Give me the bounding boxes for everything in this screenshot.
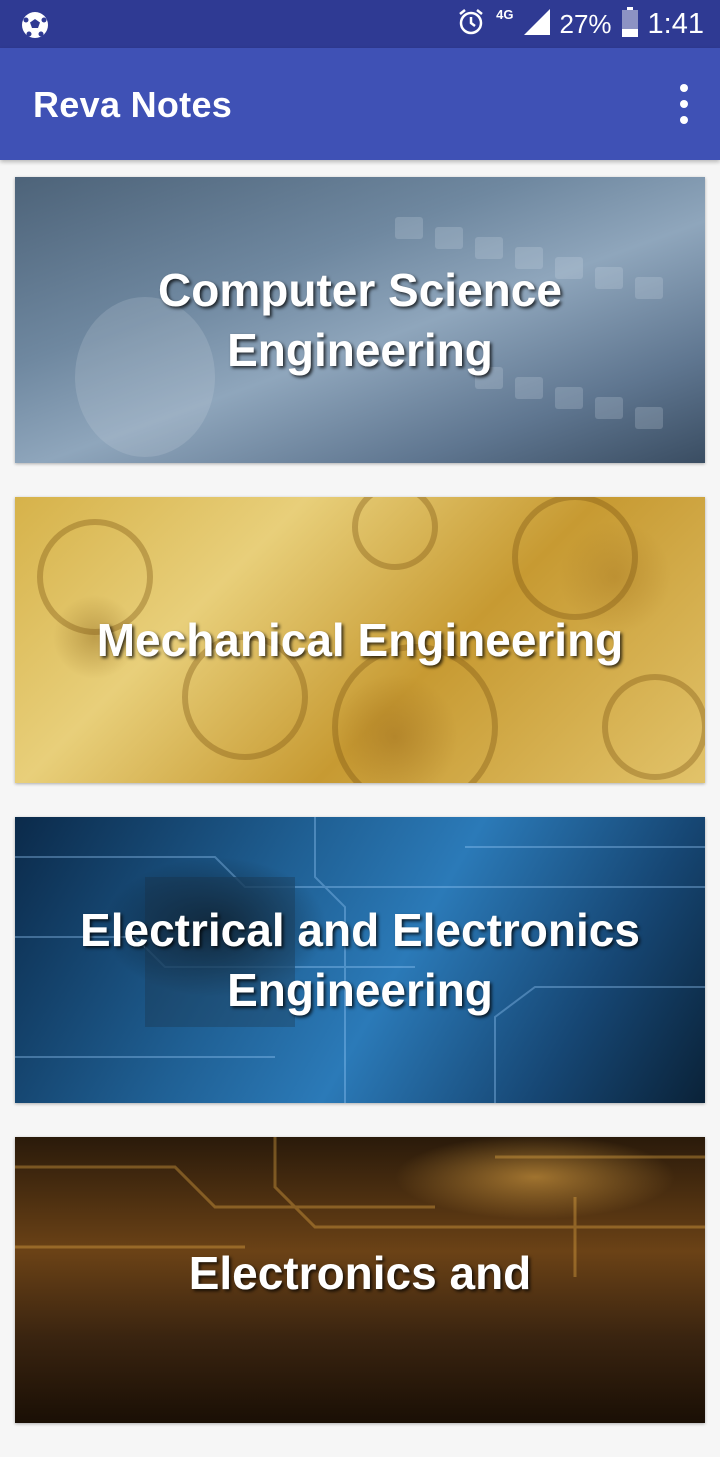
- battery-icon: [621, 6, 638, 42]
- battery-percent: 27%: [559, 8, 612, 39]
- network-type: 4G: [496, 6, 514, 22]
- soccer-ball-icon: [20, 10, 50, 40]
- course-card-eee[interactable]: Electrical and Electronics Engineering: [15, 817, 705, 1103]
- course-title: Mechanical Engineering: [96, 614, 624, 666]
- course-card-mech[interactable]: Mechanical Engineering: [15, 497, 705, 783]
- alarm-icon: [456, 7, 486, 42]
- status-bar: 4G 27% 1:41: [0, 0, 720, 48]
- app-title: Reva Notes: [33, 84, 233, 125]
- more-vert-icon[interactable]: [676, 84, 692, 124]
- course-title: Electrical and Electronics Engineering: [80, 904, 640, 1016]
- course-title: Electronics and: [188, 1247, 532, 1299]
- signal-icon: [523, 8, 550, 40]
- course-card-ece[interactable]: Electronics and: [15, 1137, 705, 1423]
- clock: 1:41: [647, 7, 704, 40]
- course-card-cse[interactable]: Computer Science Engineering: [15, 177, 705, 463]
- course-list: Computer Science Engineering Mechanical …: [15, 177, 705, 1457]
- app-bar: Reva Notes: [0, 48, 720, 160]
- course-title: Computer Science Engineering: [158, 264, 562, 376]
